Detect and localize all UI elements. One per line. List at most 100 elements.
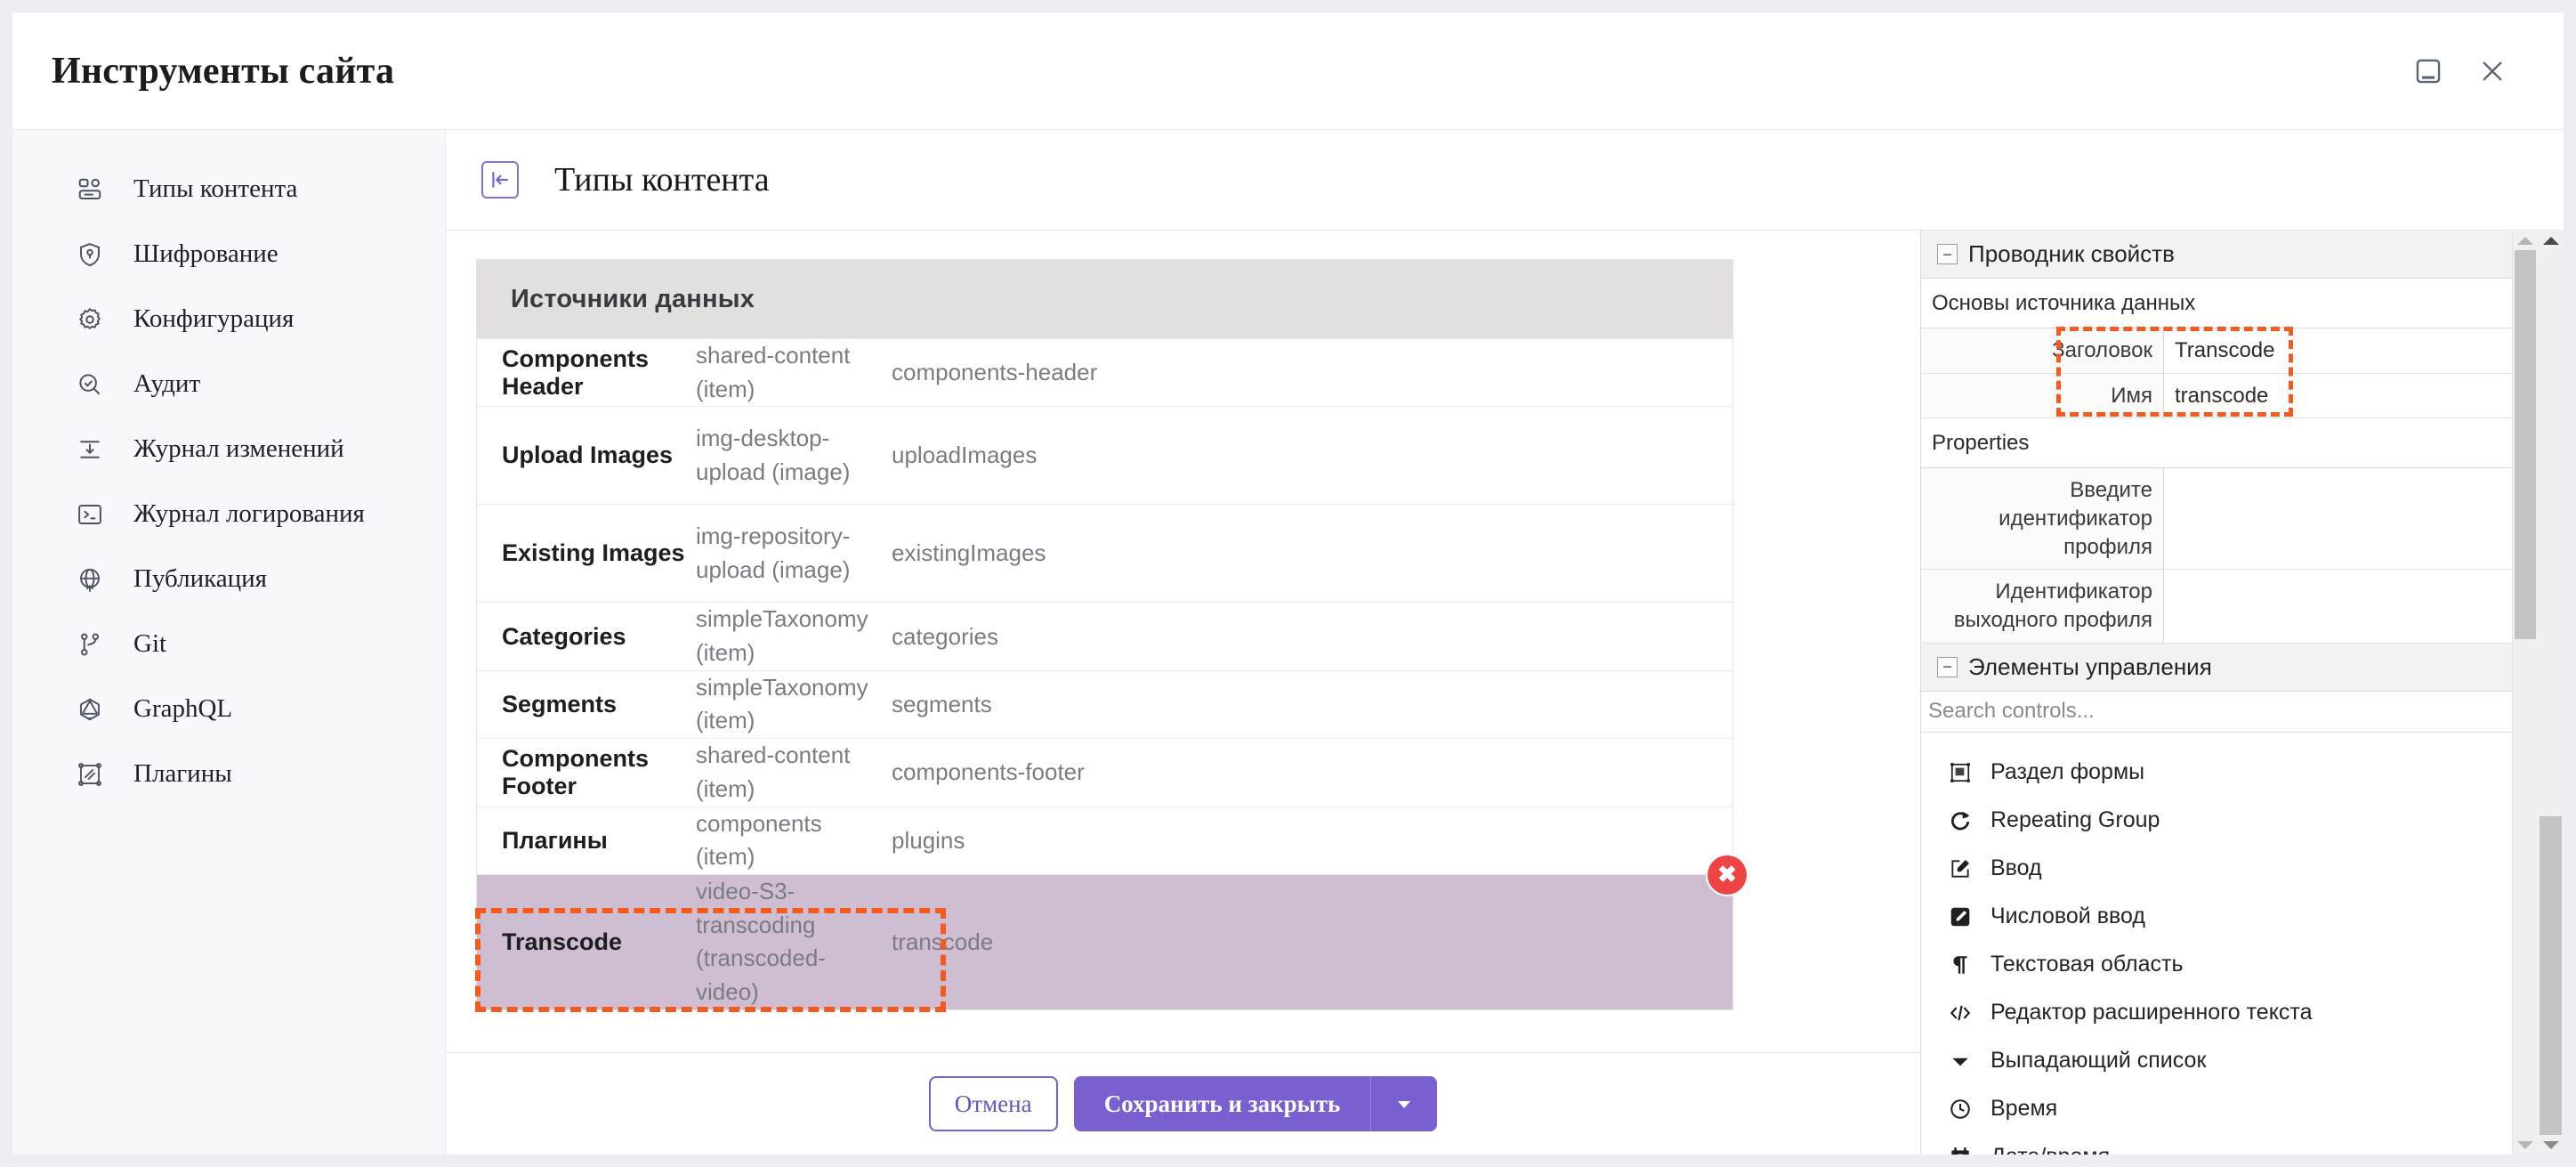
- sidebar-item-label: Шифрование: [133, 239, 279, 268]
- property-key: Имя: [1921, 373, 2164, 418]
- table-row[interactable]: Components Footer shared-content (item) …: [477, 738, 1732, 806]
- control-item-rich-text-editor[interactable]: Редактор расширенного текста: [1921, 989, 2512, 1037]
- sidebar-item-encryption[interactable]: Шифрование: [12, 222, 445, 287]
- property-row-name[interactable]: Имя transcode: [1921, 373, 2512, 419]
- scroll-up-arrow[interactable]: [2517, 231, 2533, 250]
- collapse-panel-icon[interactable]: [481, 161, 519, 199]
- property-row-input-profile-id[interactable]: Введите идентификатор профиля: [1921, 468, 2512, 571]
- window-body: Типы контента Шифрование Конфигурация Ау…: [12, 130, 2564, 1155]
- delete-row-button[interactable]: ✖: [1708, 855, 1747, 895]
- table-row[interactable]: Existing Images img-repository-upload (i…: [477, 504, 1732, 602]
- sidebar-item-changelog[interactable]: Журнал изменений: [12, 417, 445, 482]
- pilcrow-icon: [1946, 951, 1974, 979]
- cancel-button[interactable]: Отмена: [928, 1076, 1058, 1131]
- canvas-scroll-area: Источники данных Components Header share…: [446, 231, 1920, 1052]
- properties-panel: − Проводник свойств Основы источника дан…: [1920, 231, 2564, 1155]
- control-item-label: Дата/время: [1991, 1144, 2110, 1155]
- table-row-selected[interactable]: Transcode video-S3-transcoding (transcod…: [477, 855, 1747, 1009]
- window-title: Инструменты сайта: [52, 50, 395, 92]
- table-row[interactable]: Upload Images img-desktop-upload (image)…: [477, 406, 1732, 504]
- scroll-thumb[interactable]: [2515, 250, 2536, 640]
- property-value[interactable]: [2164, 570, 2512, 642]
- row-name: categories: [892, 622, 998, 650]
- control-item-time[interactable]: Время: [1921, 1085, 2512, 1133]
- control-item-label: Числовой ввод: [1991, 904, 2145, 929]
- git-branch-icon: [73, 628, 107, 661]
- row-label: Categories: [502, 622, 626, 650]
- clock-icon: [1946, 1095, 1974, 1123]
- row-label: Upload Images: [502, 442, 674, 469]
- scroll-track[interactable]: [2513, 250, 2538, 1135]
- row-label: Segments: [502, 690, 618, 717]
- close-icon[interactable]: [2460, 39, 2524, 103]
- control-item-form-section[interactable]: Раздел формы: [1921, 749, 2512, 797]
- property-key: Идентификатор выходного профиля: [1921, 570, 2164, 643]
- sidebar-item-configuration[interactable]: Конфигурация: [12, 287, 445, 352]
- search-controls-input[interactable]: Search controls...: [1921, 692, 2512, 733]
- data-sources-header: Источники данных: [477, 260, 1732, 338]
- controls-list: Раздел формы Repeating Group Ввод Числов…: [1921, 733, 2512, 1155]
- properties-explorer-header[interactable]: − Проводник свойств: [1921, 231, 2512, 279]
- row-type: img-repository-upload (image): [696, 523, 851, 583]
- sidebar-item-label: GraphQL: [133, 694, 233, 723]
- row-name: transcode: [892, 928, 994, 955]
- input-pencil-icon: [1946, 855, 1974, 883]
- sidebar-item-logging[interactable]: Журнал логирования: [12, 482, 445, 547]
- control-item-number-input[interactable]: Числовой ввод: [1921, 893, 2512, 941]
- controls-title: Элементы управления: [1968, 652, 2212, 680]
- sidebar-item-label: Журнал логирования: [133, 499, 365, 528]
- repeat-icon: [1946, 806, 1974, 835]
- plugins-icon: [73, 758, 107, 791]
- table-row[interactable]: Components Header shared-content (item) …: [477, 338, 1732, 406]
- property-row-title[interactable]: Заголовок Transcode: [1921, 328, 2512, 374]
- scroll-track[interactable]: [2538, 250, 2564, 1135]
- scroll-up-arrow[interactable]: [2542, 231, 2559, 250]
- sidebar-item-content-types[interactable]: Типы контента: [12, 157, 445, 222]
- row-name: components-header: [892, 359, 1098, 386]
- graphql-icon: [73, 693, 107, 726]
- form-canvas: Источники данных Components Header share…: [446, 231, 1920, 1155]
- calendar-clock-icon: [1946, 1143, 1974, 1155]
- search-check-icon: [73, 368, 107, 401]
- property-value[interactable]: Transcode: [2164, 328, 2512, 373]
- chevron-down-icon[interactable]: [1371, 1076, 1437, 1131]
- sidebar-item-plugins[interactable]: Плагины: [12, 742, 445, 806]
- sidebar-item-graphql[interactable]: GraphQL: [12, 677, 445, 742]
- scroll-down-arrow[interactable]: [2517, 1135, 2533, 1155]
- properties-outer-scrollbar[interactable]: [2538, 231, 2564, 1155]
- controls-header[interactable]: − Элементы управления: [1921, 643, 2512, 692]
- row-type: simpleTaxonomy (item): [696, 673, 868, 734]
- row-type: img-desktop-upload (image): [696, 425, 851, 485]
- restore-window-icon[interactable]: [2396, 39, 2460, 103]
- control-item-dropdown[interactable]: Выпадающий список: [1921, 1037, 2512, 1085]
- sidebar-item-git[interactable]: Git: [12, 612, 445, 677]
- terminal-icon: [73, 498, 107, 531]
- sidebar-item-publication[interactable]: Публикация: [12, 547, 445, 612]
- table-row[interactable]: Segments simpleTaxonomy (item) segments: [477, 669, 1732, 738]
- collapse-toggle-icon[interactable]: −: [1937, 244, 1958, 264]
- property-row-output-profile-id[interactable]: Идентификатор выходного профиля: [1921, 570, 2512, 644]
- control-item-label: Текстовая область: [1991, 952, 2184, 977]
- scroll-down-arrow[interactable]: [2542, 1135, 2559, 1155]
- property-key: Заголовок: [1921, 328, 2164, 373]
- table-row[interactable]: Categories simpleTaxonomy (item) categor…: [477, 602, 1732, 669]
- control-item-repeating-group[interactable]: Repeating Group: [1921, 797, 2512, 845]
- control-item-datetime[interactable]: Дата/время: [1921, 1133, 2512, 1155]
- globe-upload-icon: [73, 563, 107, 596]
- scroll-thumb[interactable]: [2540, 816, 2562, 1135]
- collapse-toggle-icon[interactable]: −: [1937, 656, 1958, 677]
- sidebar-item-audit[interactable]: Аудит: [12, 352, 445, 417]
- row-type: video-S3-transcoding (transcoded-video): [696, 877, 826, 1005]
- properties-inner-scrollbar[interactable]: [2512, 231, 2538, 1155]
- property-value[interactable]: [2164, 468, 2512, 569]
- changelog-icon: [73, 433, 107, 466]
- save-and-close-button[interactable]: Сохранить и закрыть: [1074, 1076, 1372, 1131]
- properties-group-title: Properties: [1921, 418, 2512, 469]
- table-row[interactable]: Плагины components (item) plugins: [477, 806, 1732, 874]
- control-item-textarea[interactable]: Текстовая область: [1921, 941, 2512, 989]
- property-value[interactable]: transcode: [2164, 374, 2512, 418]
- sidebar-item-label: Публикация: [133, 564, 267, 593]
- row-type: simpleTaxonomy (item): [696, 605, 868, 667]
- control-item-input[interactable]: Ввод: [1921, 845, 2512, 893]
- row-label: Плагины: [502, 826, 608, 854]
